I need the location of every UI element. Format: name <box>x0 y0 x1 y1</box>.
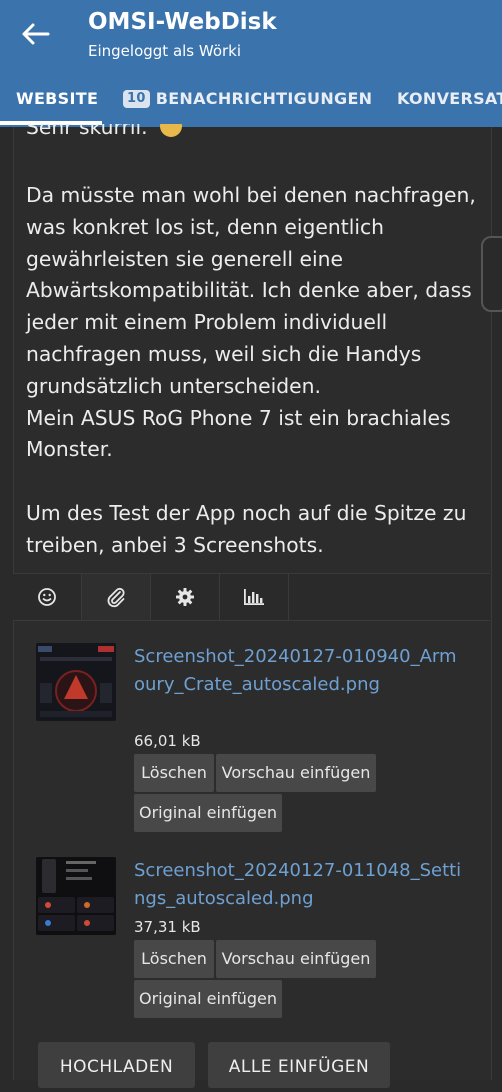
armoury-crate-thumbnail-icon <box>36 643 116 721</box>
tab-notifications-label: BENACHRICHTIGUNGEN <box>155 89 373 108</box>
smiley-icon <box>38 588 56 606</box>
tab-notifications[interactable]: 10 BENACHRICHTIGUNGEN <box>123 80 372 126</box>
paperclip-icon <box>107 587 125 608</box>
post-text-cut-line: Sehr skurril. <box>26 124 226 146</box>
poll-tab[interactable] <box>220 574 289 620</box>
app-title: OMSI-WebDisk <box>88 9 277 35</box>
attachment-item: Screenshot_20240127-011048_Settings_auto… <box>36 857 476 1027</box>
insert-all-button[interactable]: ALLE EINFÜGEN <box>208 1042 390 1088</box>
attachment-size: 66,01 kB <box>134 732 201 750</box>
attachments-tab[interactable] <box>82 574 151 620</box>
tab-conversations-label: KONVERSATIONEN <box>397 89 502 108</box>
post-cut-line-text: Sehr skurril. <box>26 124 226 144</box>
post-spacer <box>26 466 476 498</box>
post-paragraph-3: Um des Test der App noch auf die Spitze … <box>26 500 467 557</box>
attachment-size: 37,31 kB <box>134 918 201 936</box>
app-bar: OMSI-WebDisk Eingeloggt als Wörki WEBSIT… <box>0 0 502 127</box>
attachment-item: Screenshot_20240127-010940_Armoury_Crate… <box>36 643 476 833</box>
delete-button[interactable]: Löschen <box>134 940 214 978</box>
upload-button[interactable]: HOCHLADEN <box>38 1042 195 1088</box>
attachment-thumbnail[interactable] <box>36 643 116 721</box>
gear-icon <box>176 588 194 606</box>
attachment-thumbnail[interactable] <box>36 857 116 935</box>
editor-toolbar <box>13 573 490 621</box>
tab-website-label: WEBSITE <box>16 89 99 108</box>
smilies-tab[interactable] <box>13 574 82 620</box>
insert-preview-button[interactable]: Vorschau einfügen <box>216 754 376 792</box>
back-arrow-icon[interactable] <box>18 20 52 48</box>
thinking-emoji-icon <box>160 124 183 137</box>
settings-thumbnail-icon <box>36 857 116 935</box>
notification-count-badge: 10 <box>123 90 150 108</box>
app-subtitle: Eingeloggt als Wörki <box>88 42 242 60</box>
scroll-handle[interactable] <box>481 236 502 312</box>
delete-button[interactable]: Löschen <box>134 754 214 792</box>
tab-conversations[interactable]: KONVERSATIONEN <box>397 80 502 126</box>
attachment-filename[interactable]: Screenshot_20240127-011048_Settings_auto… <box>134 857 464 913</box>
settings-tab[interactable] <box>151 574 220 620</box>
tab-website[interactable]: WEBSITE <box>16 80 98 126</box>
bar-chart-icon <box>244 589 264 605</box>
post-paragraph-1: Da müsste man wohl bei denen nachfragen,… <box>26 183 476 398</box>
insert-original-button[interactable]: Original einfügen <box>134 980 282 1018</box>
insert-original-button[interactable]: Original einfügen <box>134 794 282 832</box>
insert-preview-button[interactable]: Vorschau einfügen <box>216 940 376 978</box>
post-paragraph-2: Mein ASUS RoG Phone 7 ist ein brachiales… <box>26 405 451 462</box>
attachment-filename[interactable]: Screenshot_20240127-010940_Armoury_Crate… <box>134 643 464 699</box>
tab-bar: WEBSITE 10 BENACHRICHTIGUNGEN KONVERSATIO… <box>0 80 502 126</box>
post-text[interactable]: Da müsste man wohl bei denen nachfragen,… <box>26 180 476 562</box>
